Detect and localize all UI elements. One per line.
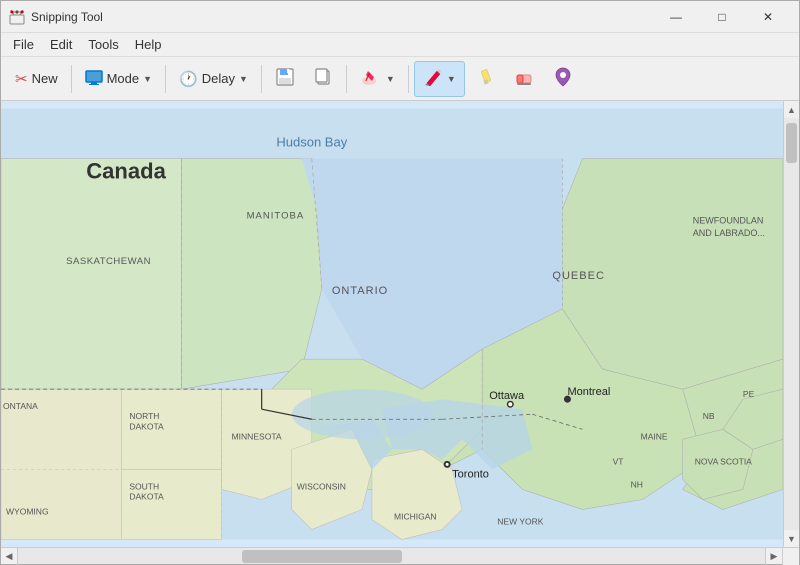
svg-text:NH: NH [631, 479, 643, 489]
scrollbar-corner [782, 548, 799, 565]
delay-label: Delay [202, 71, 235, 86]
svg-text:ONTANA: ONTANA [3, 401, 38, 411]
location-pin-icon [553, 66, 573, 91]
main-window: Snipping Tool — □ ✕ File Edit Tools Help… [0, 0, 800, 565]
scroll-left-arrow[interactable]: ◀ [1, 548, 18, 565]
pen-icon [423, 67, 443, 90]
svg-text:SOUTH: SOUTH [129, 481, 159, 491]
menu-file[interactable]: File [5, 35, 42, 54]
scroll-down-arrow[interactable]: ▼ [784, 530, 800, 547]
content-area: Hudson Bay Canada MANITOBA SASKATCHEWAN … [1, 101, 799, 547]
svg-text:WYOMING: WYOMING [6, 506, 49, 516]
svg-text:Canada: Canada [86, 159, 166, 184]
pen-erase-group[interactable]: ▼ [352, 61, 403, 97]
delay-button[interactable]: 🕐 Delay ▼ [171, 61, 256, 97]
svg-text:DAKOTA: DAKOTA [129, 421, 164, 431]
location-pin-button[interactable] [545, 61, 581, 97]
minimize-button[interactable]: — [653, 1, 699, 33]
svg-text:MICHIGAN: MICHIGAN [394, 512, 437, 522]
toolbar: ✂ New Mode ▼ 🕐 Delay ▼ [1, 57, 799, 101]
separator-3 [261, 65, 262, 93]
svg-text:WISCONSIN: WISCONSIN [297, 481, 346, 491]
scroll-thumb-horizontal[interactable] [242, 550, 402, 563]
svg-text:NB: NB [703, 411, 715, 421]
scroll-right-arrow[interactable]: ▶ [765, 548, 782, 565]
window-title: Snipping Tool [31, 10, 653, 24]
scroll-up-arrow[interactable]: ▲ [784, 101, 800, 118]
title-bar: Snipping Tool — □ ✕ [1, 1, 799, 33]
menu-bar: File Edit Tools Help [1, 33, 799, 57]
svg-text:Montreal: Montreal [567, 386, 610, 398]
close-button[interactable]: ✕ [745, 1, 791, 33]
svg-text:NOVA SCOTIA: NOVA SCOTIA [695, 456, 752, 466]
save-button[interactable] [267, 61, 303, 97]
svg-text:NEW YORK: NEW YORK [497, 517, 544, 527]
menu-tools[interactable]: Tools [80, 35, 126, 54]
separator-4 [346, 65, 347, 93]
mode-dropdown-arrow: ▼ [143, 74, 152, 84]
clock-icon: 🕐 [179, 70, 198, 88]
copy-button[interactable] [305, 61, 341, 97]
svg-text:PE: PE [743, 389, 755, 399]
svg-text:VT: VT [613, 456, 624, 466]
svg-text:NORTH: NORTH [129, 411, 159, 421]
svg-text:Hudson Bay: Hudson Bay [276, 135, 347, 150]
svg-text:SASKATCHEWAN: SASKATCHEWAN [66, 256, 151, 267]
new-label: New [32, 71, 58, 86]
separator-1 [71, 65, 72, 93]
pen-tool-dropdown: ▼ [447, 74, 456, 84]
menu-help[interactable]: Help [127, 35, 170, 54]
highlighter-icon [475, 67, 495, 90]
mode-button[interactable]: Mode ▼ [77, 61, 160, 97]
app-icon [9, 9, 25, 25]
eraser-icon [513, 67, 535, 90]
svg-text:Ottawa: Ottawa [489, 390, 525, 402]
map-container[interactable]: Hudson Bay Canada MANITOBA SASKATCHEWAN … [1, 101, 783, 547]
map-svg: Hudson Bay Canada MANITOBA SASKATCHEWAN … [1, 101, 783, 547]
separator-5 [408, 65, 409, 93]
highlighter-button[interactable] [467, 61, 503, 97]
svg-text:NEWFOUNDLAN: NEWFOUNDLAN [693, 216, 764, 226]
svg-text:DAKOTA: DAKOTA [129, 491, 164, 501]
scroll-thumb-vertical[interactable] [786, 123, 797, 163]
pen-erase-icon [360, 67, 382, 90]
new-button[interactable]: ✂ New [7, 61, 66, 97]
separator-2 [165, 65, 166, 93]
maximize-button[interactable]: □ [699, 1, 745, 33]
svg-text:AND LABRADO...: AND LABRADO... [693, 228, 765, 238]
svg-text:MINNESOTA: MINNESOTA [232, 431, 282, 441]
svg-text:QUEBEC: QUEBEC [552, 270, 605, 282]
menu-edit[interactable]: Edit [42, 35, 80, 54]
svg-text:MAINE: MAINE [641, 431, 668, 441]
pen-erase-dropdown: ▼ [386, 74, 395, 84]
horizontal-scrollbar-area: ◀ ▶ [1, 547, 799, 564]
eraser-button[interactable] [505, 61, 543, 97]
window-controls: — □ ✕ [653, 1, 791, 33]
pen-tool-button[interactable]: ▼ [414, 61, 465, 97]
scissors-icon: ✂ [15, 70, 28, 88]
svg-text:ONTARIO: ONTARIO [332, 285, 388, 297]
copy-icon [313, 67, 333, 90]
scroll-track-vertical[interactable] [784, 118, 799, 530]
monitor-icon [85, 70, 103, 88]
delay-dropdown-arrow: ▼ [239, 74, 248, 84]
save-icon [275, 67, 295, 90]
scroll-track-horizontal[interactable] [18, 548, 765, 564]
vertical-scrollbar[interactable]: ▲ ▼ [783, 101, 799, 547]
mode-label: Mode [107, 71, 140, 86]
svg-text:Toronto: Toronto [452, 468, 489, 480]
svg-text:MANITOBA: MANITOBA [247, 211, 305, 222]
